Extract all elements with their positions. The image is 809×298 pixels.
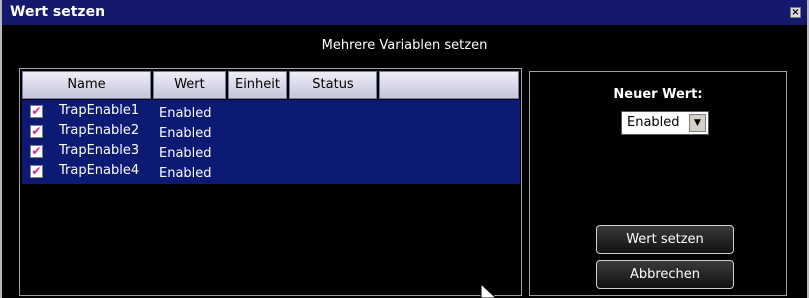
row-value: Enabled [159,146,212,161]
new-value-panel: Neuer Wert: Enabled ▼ Wert setzen Abbrec… [529,71,787,296]
row-name: TrapEnable1 [59,103,140,118]
table-row[interactable]: ✔ TrapEnable1 Enabled [22,102,520,122]
row-checkbox[interactable]: ✔ [30,145,43,158]
table-row[interactable]: ✔ TrapEnable3 Enabled [22,142,520,162]
window-title: Wert setzen [10,4,106,20]
chevron-down-icon[interactable]: ▼ [689,114,706,132]
mouse-cursor-icon [480,284,497,298]
row-checkbox[interactable]: ✔ [30,105,43,118]
column-header-wert[interactable]: Wert [153,71,226,99]
title-bar[interactable]: Wert setzen × [2,0,807,25]
dialog-subtitle: Mehrere Variablen setzen [321,38,488,53]
close-icon[interactable]: × [790,7,801,18]
table-body: ✔ TrapEnable1 Enabled ✔ TrapEnable2 Enab… [22,100,520,184]
new-value-label: Neuer Wert: [613,87,703,102]
column-header-name[interactable]: Name [22,71,151,99]
table-header: Name Wert Einheit Status [22,71,519,99]
row-checkbox[interactable]: ✔ [30,125,43,138]
row-name: TrapEnable4 [59,163,140,178]
row-value: Enabled [159,106,212,121]
column-header-empty[interactable] [379,71,519,99]
new-value-select[interactable]: Enabled ▼ [621,111,709,135]
cancel-button[interactable]: Abbrechen [596,260,734,289]
row-name: TrapEnable3 [59,143,140,158]
set-value-button[interactable]: Wert setzen [596,225,734,254]
select-value: Enabled [627,115,680,130]
row-name: TrapEnable2 [59,123,140,138]
table-row[interactable]: ✔ TrapEnable2 Enabled [22,122,520,142]
column-header-einheit[interactable]: Einheit [228,71,287,99]
row-value: Enabled [159,166,212,181]
dialog-window: Wert setzen × Mehrere Variablen setzen N… [0,0,809,298]
variables-table: Name Wert Einheit Status ✔ TrapEnable1 E… [19,68,522,296]
row-value: Enabled [159,126,212,141]
table-row[interactable]: ✔ TrapEnable4 Enabled [22,162,520,182]
column-header-status[interactable]: Status [289,71,377,99]
row-checkbox[interactable]: ✔ [30,165,43,178]
